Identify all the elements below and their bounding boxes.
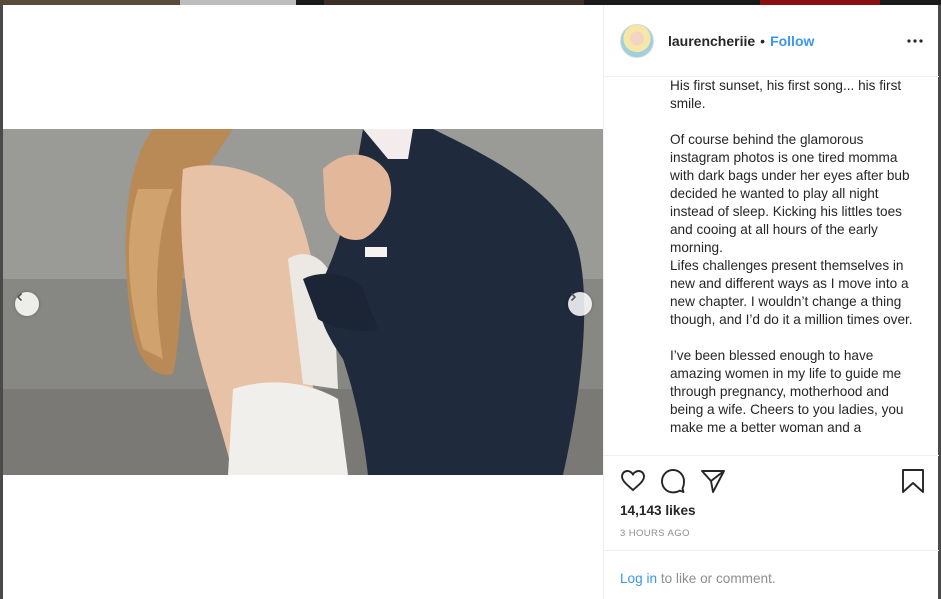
chevron-right-icon	[570, 292, 577, 302]
save-button[interactable]	[900, 468, 926, 494]
separator-dot: •	[760, 32, 766, 49]
likes-count[interactable]: 14,143 likes	[620, 503, 696, 518]
share-icon	[701, 470, 725, 493]
post-actions-section: 14,143 likes 3 HOURS AGO Log in to like …	[604, 455, 939, 599]
follow-button[interactable]: Follow	[770, 33, 814, 49]
more-options-icon	[907, 39, 923, 43]
next-photo-button[interactable]	[568, 292, 592, 316]
post-header: laurencheriie • Follow	[604, 5, 939, 77]
comment-icon	[661, 469, 685, 494]
post-timestamp: 3 HOURS AGO	[620, 528, 690, 539]
post-media	[3, 5, 603, 599]
caption-paragraph: Of course behind the glamorous instagram…	[670, 132, 910, 255]
like-button[interactable]	[620, 468, 646, 494]
wedding-couple-image	[3, 129, 603, 475]
login-prompt: Log in to like or comment.	[604, 550, 939, 599]
caption-paragraph: Lifes challenges present themselves in n…	[670, 258, 913, 327]
post-side-panel: laurencheriie • Follow His first sunset,…	[603, 5, 939, 599]
post-caption: His first sunset, his first song... his …	[670, 77, 922, 455]
comment-button[interactable]	[660, 468, 686, 494]
action-icons-row	[620, 468, 925, 496]
heart-icon	[621, 470, 645, 492]
login-link[interactable]: Log in	[620, 571, 657, 586]
previous-photo-button[interactable]	[15, 292, 39, 316]
login-prompt-text: to like or comment.	[657, 571, 776, 586]
post-photo	[3, 129, 603, 475]
caption-paragraph: I’ve been blessed enough to have amazing…	[670, 348, 904, 435]
share-button[interactable]	[700, 468, 726, 494]
avatar[interactable]	[620, 23, 654, 58]
username-link[interactable]: laurencheriie	[668, 33, 755, 49]
chevron-left-icon	[16, 292, 23, 302]
more-options-button[interactable]	[905, 31, 925, 51]
bookmark-icon	[902, 469, 924, 493]
caption-paragraph: His first sunset, his first song... his …	[670, 78, 902, 111]
